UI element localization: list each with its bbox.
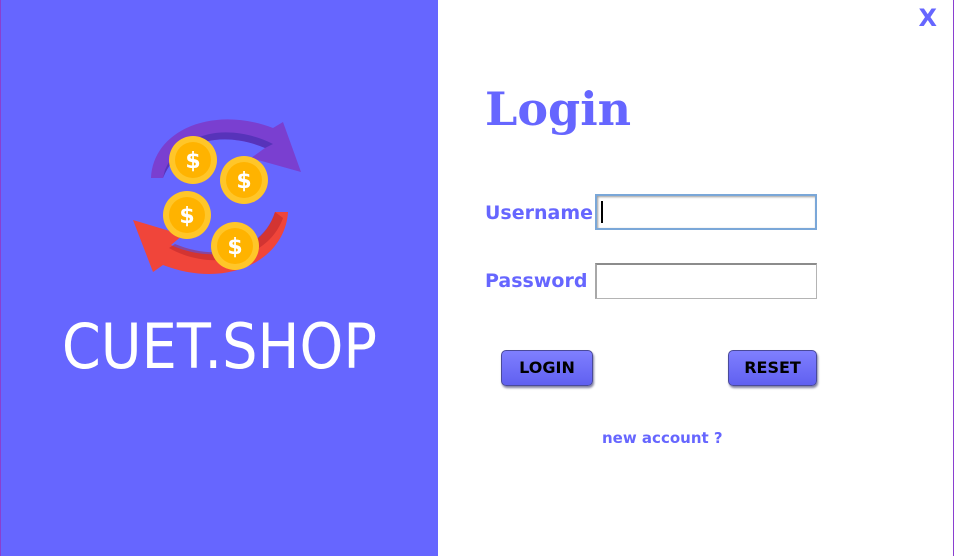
brand-panel: $ $ $ $ CUET.SHOP [1, 0, 438, 556]
svg-text:$: $ [185, 149, 200, 174]
currency-exchange-coins-icon: $ $ $ $ [133, 119, 301, 275]
reset-button[interactable]: RESET [728, 350, 817, 386]
svg-text:$: $ [236, 169, 251, 194]
login-window: $ $ $ $ CUET.SHOP X Login Username Passw… [0, 0, 954, 556]
login-button[interactable]: LOGIN [501, 350, 593, 386]
text-caret [601, 201, 603, 223]
brand-name: CUET.SHOP [61, 310, 378, 383]
close-button[interactable]: X [918, 4, 937, 32]
svg-text:$: $ [227, 235, 242, 260]
password-label: Password [485, 270, 588, 292]
page-title: Login [485, 82, 632, 136]
new-account-link[interactable]: new account ? [602, 429, 723, 447]
username-input[interactable] [595, 194, 817, 230]
username-label: Username [485, 202, 594, 224]
svg-text:$: $ [179, 204, 194, 229]
password-input[interactable] [595, 263, 817, 299]
